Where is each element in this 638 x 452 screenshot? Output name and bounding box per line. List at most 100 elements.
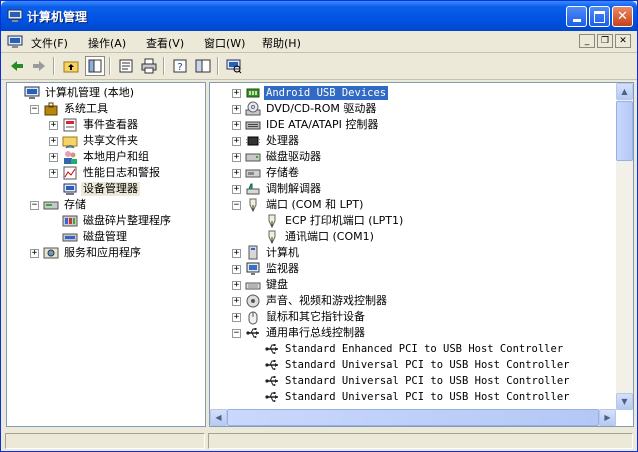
scroll-right-button[interactable]: ▶ — [599, 409, 616, 426]
expand-icon[interactable]: + — [232, 152, 241, 162]
device-list-pane[interactable]: + Android USB Devices + DVD/CD-ROM 驱动器 + IDE … — [209, 82, 634, 427]
vertical-scrollbar[interactable]: ▲ ▼ — [616, 83, 633, 410]
help-button[interactable]: ? — [170, 56, 190, 76]
expand-icon[interactable]: + — [49, 168, 58, 178]
device-tree-item[interactable]: 通讯端口 (COM1) — [251, 229, 376, 245]
device-tree-item[interactable]: + 声音、视频和游戏控制器 — [232, 293, 389, 309]
device-tree-item[interactable]: + 存储卷 — [232, 165, 301, 181]
device-tree-item[interactable]: Standard Universal PCI to USB Host Contr… — [251, 389, 571, 405]
storage-volume-icon — [245, 165, 261, 181]
port-icon — [264, 229, 280, 245]
expand-icon[interactable]: + — [232, 264, 241, 274]
minimize-button[interactable] — [566, 6, 587, 27]
device-tree-item[interactable]: + 调制解调器 — [232, 181, 323, 197]
collapse-icon[interactable]: − — [232, 200, 241, 210]
expand-icon[interactable]: + — [232, 88, 241, 98]
console-tree-pane[interactable]: 计算机管理 (本地) − 系统工具 + 事件查看器 + 共享文件夹 + 本地用户和组 + 性能日志和… — [6, 82, 206, 427]
tree-item[interactable]: 设备管理器 — [49, 181, 140, 197]
minimize-icon: _ — [584, 36, 590, 46]
tree-item[interactable]: − 存储 — [30, 197, 88, 213]
device-tree-item[interactable]: Standard Universal PCI to USB Host Contr… — [251, 373, 571, 389]
tree-item[interactable]: 计算机管理 (本地) — [11, 85, 136, 101]
horizontal-scroll-thumb[interactable] — [227, 409, 599, 426]
device-tree-item[interactable]: + IDE ATA/ATAPI 控制器 — [232, 117, 380, 133]
storage-icon — [43, 197, 59, 213]
collapse-icon[interactable]: − — [30, 200, 39, 210]
device-tree-item[interactable]: Standard Universal PCI to USB Host Contr… — [251, 357, 571, 373]
status-bar — [1, 431, 637, 451]
up-one-level-button[interactable] — [61, 56, 81, 76]
tree-item[interactable]: + 事件查看器 — [49, 117, 140, 133]
expand-icon[interactable]: + — [232, 168, 241, 178]
device-tree-item[interactable]: − 通用串行总线控制器 — [232, 325, 367, 341]
vertical-scroll-thumb[interactable] — [616, 101, 633, 161]
properties-button[interactable] — [116, 56, 136, 76]
expand-icon[interactable]: + — [232, 136, 241, 146]
port-icon — [264, 213, 280, 229]
toolbar-separator — [109, 57, 111, 75]
expand-icon[interactable]: + — [49, 120, 58, 130]
tree-item[interactable]: 磁盘管理 — [49, 229, 129, 245]
device-tree-item[interactable]: Standard Enhanced PCI to USB Host Contro… — [251, 341, 565, 357]
tree-item[interactable]: + 本地用户和组 — [49, 149, 151, 165]
show-hide-tree-button[interactable] — [85, 56, 105, 76]
expand-icon[interactable]: + — [232, 184, 241, 194]
expand-icon[interactable]: + — [30, 248, 39, 258]
tree-item[interactable]: + 性能日志和警报 — [49, 165, 162, 181]
expand-icon[interactable]: + — [232, 280, 241, 290]
menu-file[interactable]: 文件(F) — [31, 35, 68, 51]
close-button[interactable]: ✕ — [612, 6, 633, 27]
collapse-icon[interactable]: − — [30, 104, 39, 114]
device-tree-item[interactable]: + 磁盘驱动器 — [232, 149, 323, 165]
print-button[interactable] — [139, 56, 159, 76]
back-button[interactable] — [7, 56, 27, 76]
expand-icon[interactable]: + — [232, 120, 241, 130]
device-tree-item[interactable]: ECP 打印机端口 (LPT1) — [251, 213, 405, 229]
expand-icon[interactable]: + — [232, 248, 241, 258]
device-tree-item[interactable]: + 键盘 — [232, 277, 290, 293]
tree-item[interactable]: − 系统工具 — [30, 101, 110, 117]
export-list-button[interactable] — [193, 56, 213, 76]
expand-icon[interactable]: + — [232, 104, 241, 114]
device-tree-item-label: 调制解调器 — [266, 182, 321, 195]
device-tree-item[interactable]: + 监视器 — [232, 261, 301, 277]
menu-help[interactable]: 帮助(H) — [262, 35, 301, 51]
toolbar-separator — [163, 57, 165, 75]
mdi-close-button[interactable]: ✕ — [615, 34, 631, 48]
usb-icon — [264, 389, 280, 405]
expand-icon[interactable]: + — [232, 312, 241, 322]
device-tree-item[interactable]: + 处理器 — [232, 133, 301, 149]
device-tree-item-label: 键盘 — [266, 278, 288, 291]
mdi-minimize-button[interactable]: _ — [579, 34, 595, 48]
tree-item[interactable]: + 共享文件夹 — [49, 133, 140, 149]
scroll-up-button[interactable]: ▲ — [616, 83, 633, 100]
forward-button[interactable] — [29, 56, 49, 76]
title-bar[interactable]: 计算机管理 ✕ — [1, 1, 637, 31]
mdi-restore-button[interactable]: ❐ — [597, 34, 613, 48]
menu-action[interactable]: 操作(A) — [88, 35, 126, 51]
tree-item-label: 设备管理器 — [81, 182, 140, 196]
computer-management-window: 计算机管理 ✕ 文件(F) 操作(A) 查看(V) 窗口(W) 帮助(H) _ … — [0, 0, 638, 452]
scroll-down-button[interactable]: ▼ — [616, 393, 633, 410]
device-tree-item[interactable]: + 计算机 — [232, 245, 301, 261]
device-tree-item[interactable]: + DVD/CD-ROM 驱动器 — [232, 101, 378, 117]
device-tree-item[interactable]: + 鼠标和其它指针设备 — [232, 309, 367, 325]
expand-icon[interactable]: + — [49, 136, 58, 146]
tree-item[interactable]: 磁盘碎片整理程序 — [49, 213, 173, 229]
expand-icon[interactable]: + — [232, 296, 241, 306]
expand-icon[interactable]: + — [49, 152, 58, 162]
tree-item[interactable]: + 服务和应用程序 — [30, 245, 143, 261]
maximize-button[interactable] — [589, 6, 610, 27]
device-tree-item-label: 声音、视频和游戏控制器 — [266, 294, 387, 307]
device-tree-item-label: Standard Universal PCI to USB Host Contr… — [285, 375, 570, 387]
usb-icon — [264, 373, 280, 389]
ide-controller-icon — [245, 117, 261, 133]
device-tree-item[interactable]: + Android USB Devices — [232, 85, 389, 101]
horizontal-scrollbar[interactable]: ◀ ▶ — [210, 409, 616, 426]
menu-view[interactable]: 查看(V) — [146, 35, 184, 51]
device-tree-item[interactable]: − 端口 (COM 和 LPT) — [232, 197, 365, 213]
collapse-icon[interactable]: − — [232, 328, 241, 338]
scan-hardware-button[interactable] — [224, 56, 244, 76]
menu-window[interactable]: 窗口(W) — [204, 35, 245, 51]
scroll-left-button[interactable]: ◀ — [210, 409, 227, 426]
